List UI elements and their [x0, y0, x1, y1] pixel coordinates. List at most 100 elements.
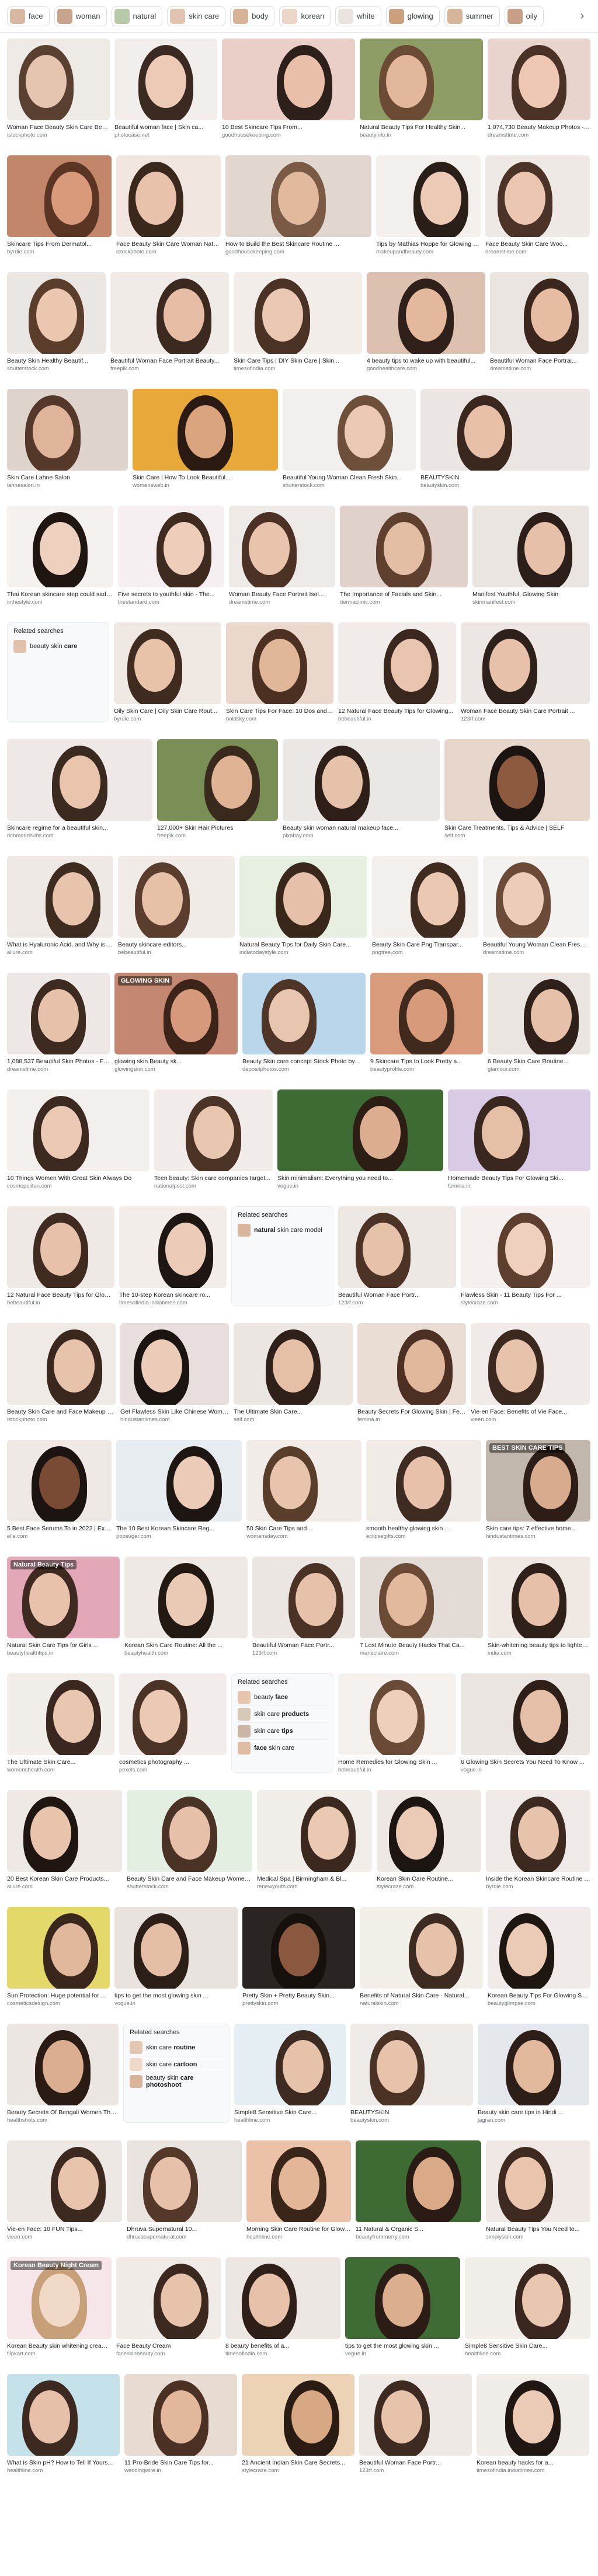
result-title[interactable]: Woman Face Beauty Skin Care Beaut...: [7, 124, 110, 131]
result-title[interactable]: Skincare Tips From Dermatol...: [7, 241, 112, 248]
result-title[interactable]: Beautiful woman face | Skin ca...: [114, 124, 217, 131]
image-result[interactable]: Natural Beauty Tips You Need to... simply…: [486, 2140, 590, 2244]
result-thumbnail[interactable]: [338, 622, 456, 704]
result-title[interactable]: 12 Natural Face Beauty Tips for Glowing.…: [338, 708, 456, 715]
result-thumbnail[interactable]: [485, 155, 590, 237]
image-result[interactable]: 50 Skin Care Tips and... womansday.com: [246, 1440, 361, 1544]
result-title[interactable]: Tips by Mathias Hoppe for Glowing Sk...: [376, 241, 481, 248]
result-title[interactable]: 127,000+ Skin Hair Pictures: [157, 824, 278, 832]
image-result[interactable]: Beautiful Young Woman Clean Fresh Skin..…: [283, 389, 416, 493]
image-result[interactable]: Oily Skin Care | Oily Skin Care Rout... b…: [114, 622, 221, 726]
result-title[interactable]: Get Flawless Skin Like Chinese Women B..…: [120, 1408, 229, 1416]
result-thumbnail[interactable]: [252, 1557, 355, 1638]
result-title[interactable]: Inside the Korean Skincare Routine of a.…: [486, 1875, 590, 1883]
result-title[interactable]: Natural Beauty Tips For Healthy Skin...: [360, 124, 483, 131]
related-search-item[interactable]: skin care tips: [238, 1723, 327, 1740]
image-result[interactable]: Beautiful woman face | Skin ca... photoca…: [114, 39, 217, 142]
image-result[interactable]: Beauty skin woman natural makeup face...…: [283, 739, 440, 843]
image-result[interactable]: Morning Skin Care Routine for Glowing Sk…: [246, 2140, 351, 2244]
result-title[interactable]: Oily Skin Care | Oily Skin Care Rout...: [114, 708, 221, 715]
result-thumbnail[interactable]: [119, 1206, 227, 1288]
image-result[interactable]: 21 Ancient Indian Skin Care Secrets... st…: [242, 2374, 354, 2478]
result-thumbnail[interactable]: [461, 622, 590, 704]
result-thumbnail[interactable]: [7, 1323, 116, 1405]
result-thumbnail[interactable]: [357, 1323, 466, 1405]
image-result[interactable]: Beautiful Woman Face Portrait Beauty... f…: [110, 272, 229, 376]
result-thumbnail[interactable]: [226, 622, 333, 704]
result-thumbnail[interactable]: [119, 1673, 227, 1755]
image-result[interactable]: 10 Things Women With Great Skin Always D…: [7, 1089, 150, 1193]
image-result[interactable]: Face Beauty Skin Care Woman Natural ... i…: [116, 155, 221, 259]
result-title[interactable]: How to Build the Best Skincare Routine .…: [225, 241, 371, 248]
image-result[interactable]: Beauty Skin Care and Face Makeup Women..…: [7, 1323, 116, 1427]
image-result[interactable]: Beautiful Woman Face Portr... 123rf.com: [338, 1206, 456, 1310]
result-thumbnail[interactable]: [472, 506, 589, 587]
result-title[interactable]: 4 beauty tips to wake up with beautiful.…: [367, 357, 485, 365]
image-result[interactable]: Beauty Skin Healthy Beautif... shuttersto…: [7, 272, 106, 376]
result-title[interactable]: BEAUTYSKIN: [350, 2109, 473, 2117]
result-title[interactable]: Natural Skin Care Tips for Girls ...: [7, 1642, 120, 1649]
result-title[interactable]: glowing skin Beauty sk...: [114, 1058, 238, 1066]
image-result[interactable]: 1,074,730 Beauty Makeup Photos - Fr... dr…: [488, 39, 590, 142]
image-result[interactable]: Beautiful Woman Face Portr... 123rf.com: [252, 1557, 355, 1661]
image-result[interactable]: Skin minimalism: Everything you need to.…: [277, 1089, 443, 1193]
result-thumbnail[interactable]: [242, 1907, 355, 1989]
result-title[interactable]: Skin Care Lahne Salon: [7, 474, 128, 482]
result-title[interactable]: 11 Pro-Bride Skin Care Tips for...: [124, 2459, 237, 2467]
image-result[interactable]: 5 Best Face Serums To in 2022 | Expert..…: [7, 1440, 112, 1544]
result-thumbnail[interactable]: [7, 1206, 114, 1288]
result-title[interactable]: What is Hyaluronic Acid, and Why is It..…: [7, 941, 113, 949]
result-thumbnail[interactable]: [127, 2140, 242, 2222]
result-title[interactable]: Beautiful Young Woman Clean Fresh Sk...: [483, 941, 589, 949]
result-title[interactable]: Face Beauty Skin Care Woo...: [485, 241, 590, 248]
result-thumbnail[interactable]: [372, 856, 478, 938]
image-result[interactable]: Woman Face Beauty Skin Care Beaut... isto…: [7, 39, 110, 142]
result-title[interactable]: 6 Glowing Skin Secrets You Need To Know …: [461, 1759, 590, 1766]
result-title[interactable]: Beauty skin woman natural makeup face...: [283, 824, 440, 832]
result-thumbnail[interactable]: [488, 1907, 590, 1989]
result-title[interactable]: 1,088,537 Beautiful Skin Photos - Free .…: [7, 1058, 110, 1066]
image-result[interactable]: Beautiful Woman Face Portr... 123rf.com: [359, 2374, 472, 2478]
image-result[interactable]: Skin Care Tips | DIY Skin Care | Skin...…: [234, 272, 362, 376]
result-title[interactable]: Beautiful Woman Face Portrai...: [490, 357, 589, 365]
related-search-item[interactable]: skin care cartoon: [130, 2056, 223, 2073]
result-title[interactable]: Face Beauty Cream: [116, 2342, 221, 2350]
result-title[interactable]: Skin minimalism: Everything you need to.…: [277, 1175, 443, 1182]
result-title[interactable]: 8 beauty benefits of a...: [225, 2342, 340, 2350]
image-result[interactable]: The Importance of Facials and Skin... der…: [340, 506, 468, 610]
result-title[interactable]: Beautiful Woman Face Portr...: [359, 2459, 472, 2467]
image-result[interactable]: Natural Beauty Tips for Daily Skin Care.…: [239, 856, 367, 960]
result-thumbnail[interactable]: [486, 2140, 590, 2222]
result-title[interactable]: Manifest Youthful, Glowing Skin: [472, 591, 589, 598]
image-result[interactable]: Skincare regime for a beautiful skin... r…: [7, 739, 152, 843]
result-thumbnail[interactable]: [133, 389, 278, 471]
result-title[interactable]: Beauty Skin Care and Face Makeup Women..…: [7, 1408, 116, 1416]
image-result[interactable]: Korean Beauty Night Cream Korean Beauty s…: [7, 2257, 112, 2361]
result-title[interactable]: Beauty Skin Care Png Transpar...: [372, 941, 478, 949]
result-thumbnail[interactable]: [444, 739, 590, 821]
image-result[interactable]: 1,088,537 Beautiful Skin Photos - Free .…: [7, 973, 110, 1077]
result-title[interactable]: Beauty skin care tips in Hindi ...: [478, 2109, 589, 2117]
result-thumbnail[interactable]: [366, 1440, 481, 1522]
result-thumbnail[interactable]: [340, 506, 468, 587]
result-title[interactable]: Sun Protection: Huge potential for ...: [7, 1992, 110, 2000]
related-search-item[interactable]: beauty skin care: [13, 638, 103, 655]
result-thumbnail[interactable]: [420, 389, 590, 471]
result-title[interactable]: smooth healthy glowing skin ...: [366, 1525, 481, 1533]
image-result[interactable]: What is Hyaluronic Acid, and Why is It..…: [7, 856, 113, 960]
image-result[interactable]: Five secrets to youthful skin - The... th…: [118, 506, 224, 610]
image-result[interactable]: Vie-en Face: 10 FUN Tips... vieen.com: [7, 2140, 122, 2244]
result-title[interactable]: cosmetics photography ...: [119, 1759, 227, 1766]
result-thumbnail[interactable]: [483, 856, 589, 938]
image-result[interactable]: GLOWING SKIN glowing skin Beauty sk... glo…: [114, 973, 238, 1077]
image-result[interactable]: smooth healthy glowing skin ... eclipsegi…: [366, 1440, 481, 1544]
result-title[interactable]: 50 Skin Care Tips and...: [246, 1525, 361, 1533]
result-title[interactable]: Skin Care Tips For Face: 10 Dos and D...: [226, 708, 333, 715]
result-title[interactable]: What is Skin pH? How to Tell If Yours...: [7, 2459, 120, 2467]
result-thumbnail[interactable]: [283, 389, 416, 471]
image-result[interactable]: BEST SKIN CARE TIPS Skin care tips: 7 eff…: [486, 1440, 590, 1544]
result-thumbnail[interactable]: [465, 2257, 590, 2339]
image-result[interactable]: 11 Natural & Organic S... beautyfrommerry…: [356, 2140, 481, 2244]
result-thumbnail[interactable]: [376, 155, 481, 237]
result-title[interactable]: The Importance of Facials and Skin...: [340, 591, 468, 598]
